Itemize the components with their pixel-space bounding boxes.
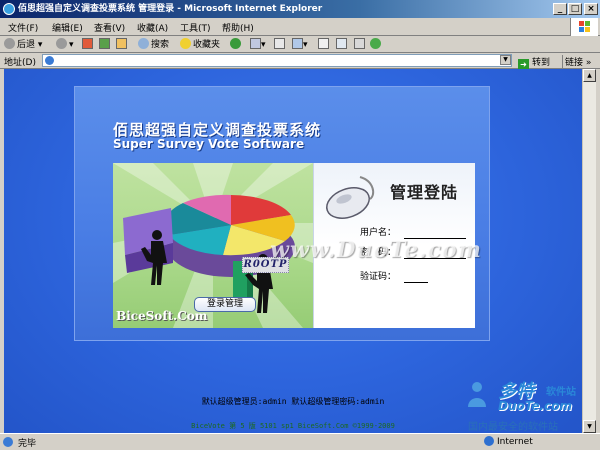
- menu-view[interactable]: 查看(V): [94, 21, 125, 34]
- home-icon: [116, 38, 127, 49]
- status-bar: 完毕 Internet: [0, 433, 600, 450]
- watermark-text: www.DuoTe.com: [270, 237, 482, 263]
- media-icon: [230, 38, 241, 49]
- close-button[interactable]: ×: [584, 3, 598, 15]
- security-zone: Internet: [484, 436, 533, 447]
- go-button[interactable]: ➜ 转到: [518, 55, 550, 70]
- toolbar: 后退 ▾ ▾ 搜索 收藏夹 ▾ ▾: [0, 36, 600, 53]
- media-button[interactable]: [230, 38, 243, 51]
- system-subtitle: Super Survey Vote Software: [113, 137, 305, 151]
- research-icon: [336, 38, 347, 49]
- mouse-icon: [326, 176, 375, 219]
- favorites-button[interactable]: 收藏夹: [180, 38, 220, 51]
- discuss-button[interactable]: [318, 38, 329, 51]
- back-label: 后退: [17, 40, 36, 50]
- favorites-star-icon: [180, 38, 191, 49]
- address-label: 地址(D): [4, 58, 36, 68]
- search-label: 搜索: [151, 40, 170, 50]
- brand-logo-text: BiceSoft.Com: [116, 309, 208, 323]
- extension-icon: [370, 38, 381, 49]
- menu-bar: 文件(F) 编辑(E) 查看(V) 收藏(A) 工具(T) 帮助(H): [0, 18, 600, 36]
- print-button[interactable]: [274, 38, 285, 51]
- forward-button[interactable]: ▾: [56, 38, 74, 51]
- zone-label: Internet: [497, 437, 533, 447]
- menu-file[interactable]: 文件(F): [8, 21, 38, 34]
- address-dropdown-button[interactable]: ▼: [500, 55, 511, 65]
- back-button[interactable]: 后退 ▾: [4, 38, 42, 51]
- messenger-icon: [354, 38, 365, 49]
- site-logo-sub: 软件站: [546, 387, 576, 398]
- links-button[interactable]: 链接 »: [562, 55, 591, 68]
- refresh-icon: [99, 38, 110, 49]
- edit-button[interactable]: ▾: [292, 38, 308, 51]
- mail-icon: [250, 38, 261, 49]
- menu-edit[interactable]: 编辑(E): [52, 21, 83, 34]
- extension-button[interactable]: [370, 38, 383, 51]
- edit-icon: [292, 38, 303, 49]
- site-logo-watermark: 多特 软件站 DuoTe.com 国内最安全的软件站: [460, 375, 600, 435]
- login-button[interactable]: 登录管理: [194, 297, 256, 312]
- home-button[interactable]: [116, 38, 127, 51]
- search-button[interactable]: 搜索: [138, 38, 169, 51]
- page-icon: [45, 56, 54, 65]
- login-panel: 佰思超强自定义调查投票系统 Super Survey Vote Software: [74, 86, 490, 341]
- site-logo-slogan: 国内最安全的软件站: [468, 422, 558, 433]
- minimize-button[interactable]: _: [553, 3, 567, 15]
- refresh-button[interactable]: [99, 38, 110, 51]
- page-done-icon: [3, 437, 13, 447]
- person-icon: [468, 382, 486, 407]
- stop-button[interactable]: [82, 38, 93, 51]
- favorites-label: 收藏夹: [193, 40, 221, 50]
- mail-button[interactable]: ▾: [250, 38, 266, 51]
- links-label: 链接: [565, 58, 584, 68]
- captcha-label: 验证码：: [360, 272, 397, 282]
- research-button[interactable]: [336, 38, 347, 51]
- messenger-button[interactable]: [354, 38, 365, 51]
- back-arrow-icon: [4, 38, 15, 49]
- address-bar: 地址(D) ▼ ➜ 转到 链接 »: [0, 53, 600, 70]
- windows-logo-icon: [570, 18, 598, 36]
- captcha-input[interactable]: [404, 271, 428, 283]
- discuss-icon: [318, 38, 329, 49]
- search-icon: [138, 38, 149, 49]
- forward-arrow-icon: [56, 38, 67, 49]
- globe-icon: [484, 436, 494, 446]
- site-logo-name-en: DuoTe.com: [498, 399, 572, 413]
- menu-favorites[interactable]: 收藏(A): [137, 21, 168, 34]
- menu-tools[interactable]: 工具(T): [180, 21, 211, 34]
- maximize-button[interactable]: □: [568, 3, 582, 15]
- stop-icon: [82, 38, 93, 49]
- go-label: 转到: [532, 58, 551, 68]
- address-input[interactable]: [42, 54, 512, 67]
- menu-help[interactable]: 帮助(H): [222, 21, 254, 34]
- login-heading: 管理登陆: [390, 183, 459, 202]
- window-title: 佰思超强自定义调查投票系统 管理登录 - Microsoft Internet …: [18, 4, 323, 14]
- scroll-up-icon[interactable]: ▲: [583, 69, 596, 82]
- status-text: 完毕: [18, 439, 37, 449]
- window-title-bar[interactable]: 佰思超强自定义调查投票系统 管理登录 - Microsoft Internet …: [0, 0, 600, 18]
- print-icon: [274, 38, 285, 49]
- ie-app-icon: [3, 3, 15, 15]
